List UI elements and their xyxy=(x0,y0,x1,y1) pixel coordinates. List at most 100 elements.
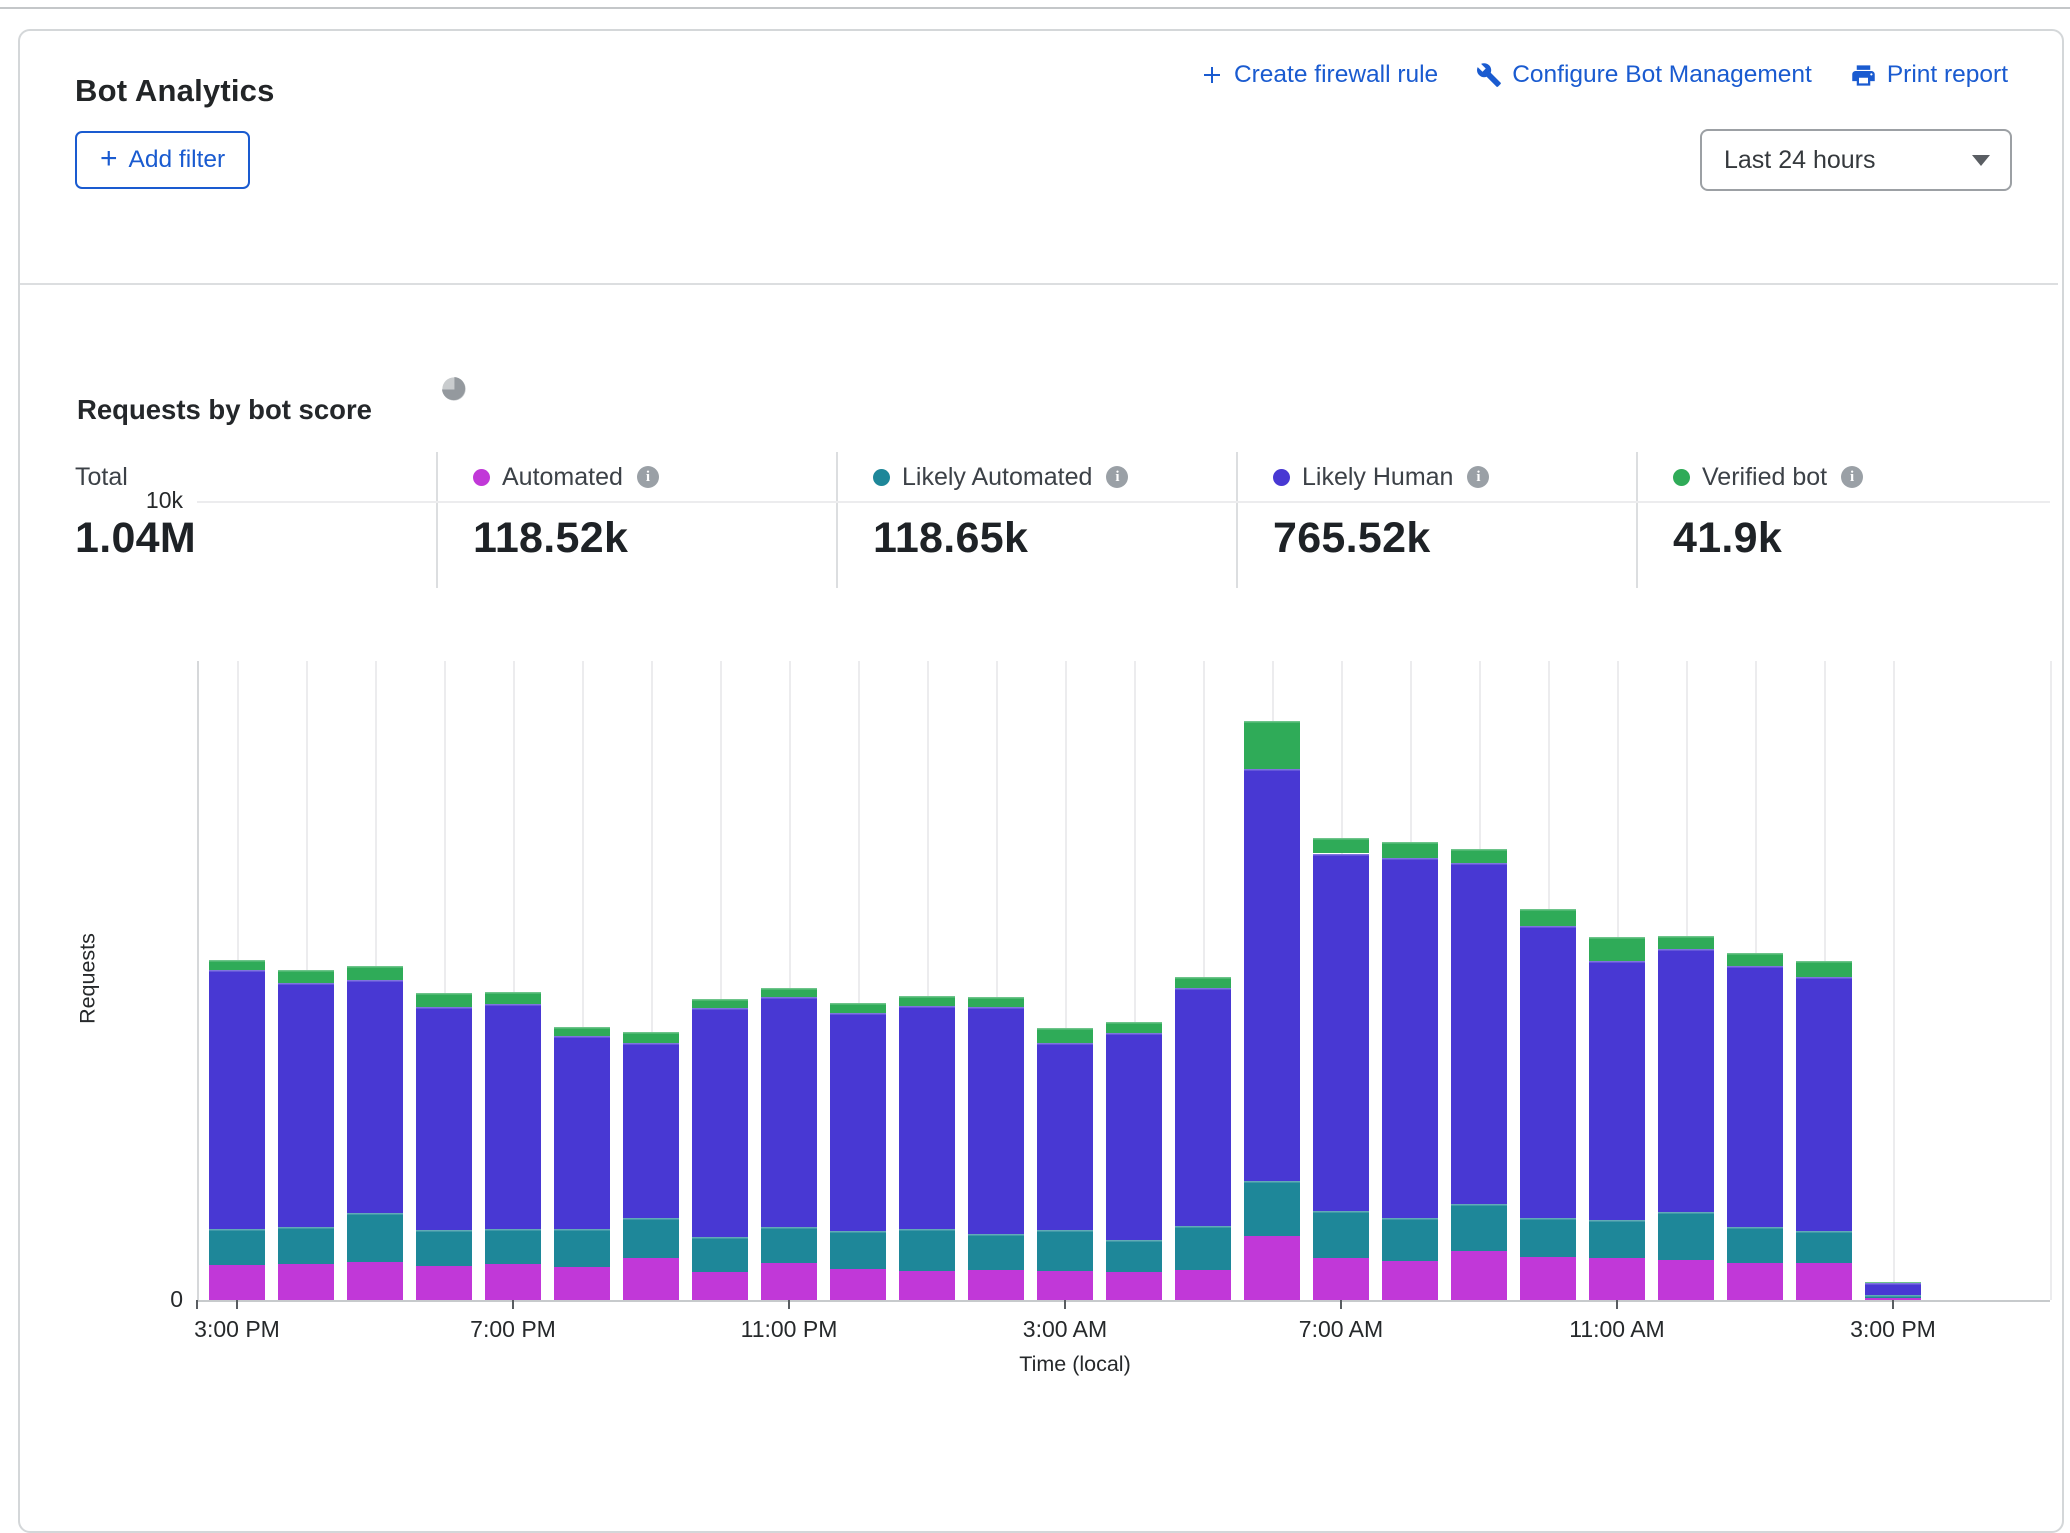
segment-automated xyxy=(968,1270,1024,1300)
bar-7-00-am[interactable] xyxy=(1313,838,1369,1300)
x-axis-tick xyxy=(196,1300,198,1309)
bar-3-00-pm[interactable] xyxy=(209,960,265,1300)
segment-likely-automated xyxy=(1313,1211,1369,1257)
segment-verified-bot xyxy=(1865,1282,1921,1284)
segment-likely-human xyxy=(1865,1283,1921,1295)
configure-bot-management-link[interactable]: Configure Bot Management xyxy=(1476,61,1812,89)
bar-5-00-pm[interactable] xyxy=(347,966,403,1300)
segment-automated xyxy=(209,1265,265,1300)
add-filter-button[interactable]: + Add filter xyxy=(75,131,250,189)
segment-verified-bot xyxy=(1727,953,1783,967)
bar-10-00-am[interactable] xyxy=(1520,909,1576,1300)
bar-3-00-am[interactable] xyxy=(1037,1028,1093,1300)
segment-automated xyxy=(1451,1251,1507,1300)
segment-likely-human xyxy=(1520,926,1576,1218)
automated-legend-dot xyxy=(473,469,490,486)
segment-verified-bot xyxy=(485,992,541,1004)
bar-10-00-pm[interactable] xyxy=(692,999,748,1300)
printer-icon xyxy=(1850,62,1877,89)
segment-verified-bot xyxy=(1796,961,1852,977)
bar-4-00-am[interactable] xyxy=(1106,1022,1162,1300)
stat-automated[interactable]: Automatedi 118.52k xyxy=(473,462,659,563)
bar-1-00-am[interactable] xyxy=(899,996,955,1300)
likely-human-legend-dot xyxy=(1273,469,1290,486)
segment-likely-automated xyxy=(1796,1231,1852,1264)
stat-likely-automated[interactable]: Likely Automatedi118.65k xyxy=(873,462,1128,563)
segment-likely-human xyxy=(1796,977,1852,1231)
page-title: Bot Analytics xyxy=(75,73,275,109)
stat-divider xyxy=(1636,452,1638,588)
segment-likely-human xyxy=(968,1007,1024,1234)
segment-likely-human xyxy=(1106,1033,1162,1240)
bar-6-00-pm[interactable] xyxy=(416,993,472,1300)
top-divider xyxy=(0,7,2070,9)
bar-8-00-pm[interactable] xyxy=(554,1027,610,1300)
x-axis-tick-label: 7:00 AM xyxy=(1256,1316,1426,1343)
info-icon[interactable]: i xyxy=(1106,466,1128,488)
bar-9-00-pm[interactable] xyxy=(623,1032,679,1300)
bar-12-00-am[interactable] xyxy=(830,1003,886,1300)
plus-icon: + xyxy=(100,142,118,176)
segment-automated xyxy=(278,1264,334,1300)
bar-1-00-pm[interactable] xyxy=(1727,953,1783,1300)
likely-automated-legend-dot xyxy=(873,469,890,486)
x-axis-tick xyxy=(1892,1300,1894,1309)
stat-value: 1.04M xyxy=(75,514,196,563)
bar-4-00-pm[interactable] xyxy=(278,970,334,1300)
segment-likely-automated xyxy=(830,1231,886,1269)
info-icon[interactable]: i xyxy=(637,466,659,488)
segment-likely-automated xyxy=(554,1229,610,1267)
stat-label-row: Likely Humani xyxy=(1273,462,1489,492)
bar-8-00-am[interactable] xyxy=(1382,842,1438,1300)
x-axis-tick xyxy=(1064,1300,1066,1309)
gridline xyxy=(1893,661,1895,1300)
segment-likely-automated xyxy=(1175,1226,1231,1270)
segment-likely-automated xyxy=(1727,1227,1783,1264)
segment-automated xyxy=(1727,1263,1783,1300)
segment-verified-bot xyxy=(1106,1022,1162,1033)
bar-12-00-pm[interactable] xyxy=(1658,936,1714,1300)
stat-label-row: Automatedi xyxy=(473,462,659,492)
time-range-select[interactable]: Last 24 hours xyxy=(1700,129,2012,191)
bar-3-00-pm[interactable] xyxy=(1865,1282,1921,1300)
bar-7-00-pm[interactable] xyxy=(485,992,541,1300)
stat-value: 118.65k xyxy=(873,514,1128,563)
x-axis-title: Time (local) xyxy=(975,1352,1175,1377)
segment-likely-automated xyxy=(692,1237,748,1272)
bar-11-00-am[interactable] xyxy=(1589,937,1645,1300)
stat-verified-bot[interactable]: Verified boti41.9k xyxy=(1673,462,1863,563)
stat-likely-human[interactable]: Likely Humani765.52k xyxy=(1273,462,1489,563)
info-icon[interactable]: i xyxy=(1467,466,1489,488)
bar-2-00-am[interactable] xyxy=(968,997,1024,1300)
segment-verified-bot xyxy=(1658,936,1714,949)
segment-likely-automated xyxy=(485,1229,541,1264)
segment-likely-automated xyxy=(1382,1218,1438,1261)
bar-6-00-am[interactable] xyxy=(1244,721,1300,1300)
segment-verified-bot xyxy=(968,997,1024,1007)
segment-likely-human xyxy=(899,1006,955,1229)
segment-automated xyxy=(1037,1271,1093,1300)
bar-11-00-pm[interactable] xyxy=(761,988,817,1300)
x-axis-tick-label: 3:00 PM xyxy=(152,1316,322,1343)
stat-value: 118.52k xyxy=(473,514,659,563)
stat-label: Verified bot xyxy=(1702,463,1827,492)
x-axis-tick-label: 11:00 PM xyxy=(704,1316,874,1343)
bar-5-00-am[interactable] xyxy=(1175,977,1231,1300)
pie-chart-icon xyxy=(440,375,468,403)
y-axis-tick-label: 10k xyxy=(88,487,183,514)
segment-automated xyxy=(899,1271,955,1300)
info-icon[interactable]: i xyxy=(1841,466,1863,488)
x-axis-tick xyxy=(512,1300,514,1309)
segment-likely-human xyxy=(209,970,265,1229)
segment-likely-human xyxy=(1244,769,1300,1181)
chevron-down-icon xyxy=(1972,155,1990,166)
print-report-link[interactable]: Print report xyxy=(1850,61,2008,89)
bar-9-00-am[interactable] xyxy=(1451,849,1507,1300)
add-filter-label: Add filter xyxy=(129,146,226,174)
create-firewall-rule-link[interactable]: Create firewall rule xyxy=(1200,61,1438,89)
segment-automated xyxy=(1658,1260,1714,1300)
bar-2-00-pm[interactable] xyxy=(1796,961,1852,1300)
segment-verified-bot xyxy=(1175,977,1231,988)
plus-icon xyxy=(1200,63,1224,87)
verified-bot-legend-dot xyxy=(1673,469,1690,486)
